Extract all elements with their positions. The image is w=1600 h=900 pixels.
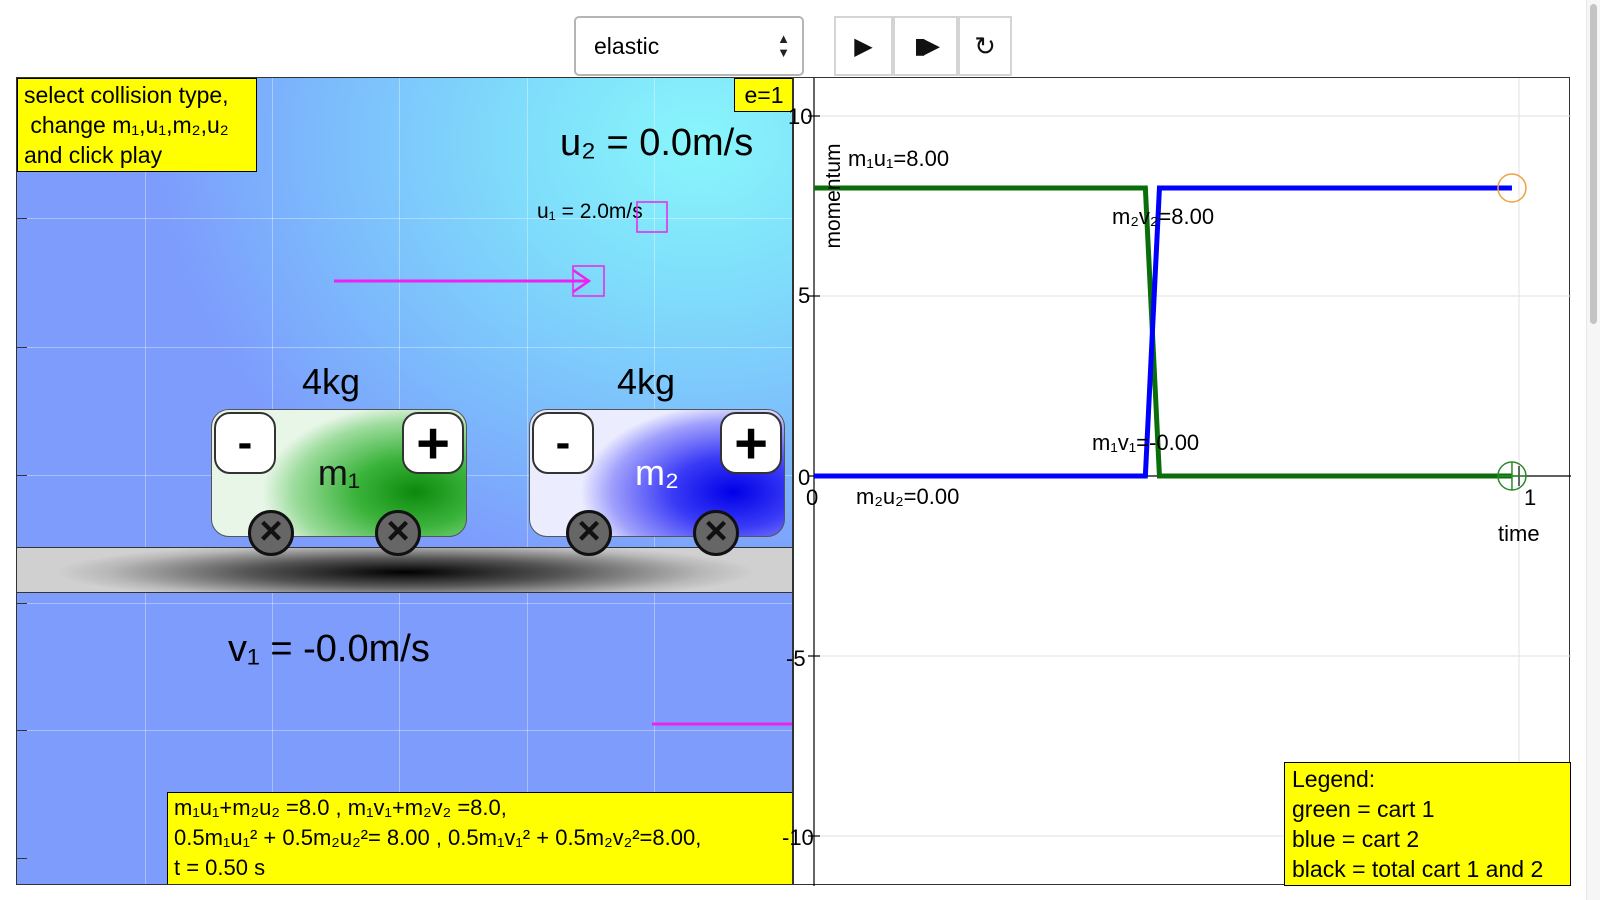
conservation-equations: m₁u₁+m₂u₂ =8.0 , m₁v₁+m₂v₂ =8.0, 0.5m₁u₁… [167, 792, 792, 884]
y-tick-label: -10 [782, 825, 814, 850]
y-tick-label: 10 [788, 104, 813, 129]
y-axis-title: momentum [822, 143, 845, 249]
wheel-icon: × [693, 510, 739, 556]
legend-line: blue = cart 2 [1292, 826, 1420, 852]
y-tick-label: 5 [798, 283, 811, 308]
play-button[interactable]: ▶ [834, 16, 893, 76]
collision-type-value: elastic [594, 32, 660, 59]
step-button[interactable]: ▮▶ [893, 16, 958, 76]
m1u1-label: m₁u₁=8.00 [848, 146, 950, 171]
momentum-graph: momentum 10 5 0 -5 -10 0 1 time m₁u₁=8.0… [782, 77, 1571, 886]
m1v1-label: m₁v₁=-0.00 [1092, 430, 1200, 455]
cart1-mass: 4kg [302, 361, 361, 402]
cart-2[interactable]: - + m₂ [529, 409, 785, 537]
x-tick-label: 0 [806, 485, 819, 510]
reset-button[interactable]: ↻ [958, 16, 1012, 76]
cart2-label: m₂ [635, 452, 679, 493]
simulation-panel: select collision type, change m₁,u₁,m₂,u… [16, 77, 793, 885]
page-scrollbar[interactable] [1586, 0, 1600, 900]
equation-line: m₁u₁+m₂u₂ =8.0 , m₁v₁+m₂v₂ =8.0, [174, 795, 507, 820]
legend-line: black = total cart 1 and 2 [1292, 856, 1544, 882]
cart2-mass: 4kg [617, 361, 676, 402]
legend-line: green = cart 1 [1292, 796, 1435, 822]
m2v2-label: m₂v₂=8.00 [1112, 204, 1215, 229]
cart1-label: m₁ [317, 452, 361, 493]
reset-icon: ↻ [974, 30, 996, 61]
chevron-updown-icon: ▲ ▼ [777, 31, 790, 60]
scrollbar-thumb[interactable] [1590, 4, 1597, 324]
equation-line: 0.5m₁u₁² + 0.5m₂u₂²= 8.00 , 0.5m₁v₁² + 0… [174, 825, 702, 850]
m2u2-label: m₂u₂=0.00 [856, 484, 960, 509]
legend-box: Legend: green = cart 1 blue = cart 2 bla… [1284, 762, 1571, 886]
cart-1[interactable]: - + m₁ [211, 409, 467, 537]
step-icon: ▮▶ [913, 33, 940, 58]
collision-type-select[interactable]: elastic ▲ ▼ [574, 16, 804, 76]
y-tick-label: -5 [786, 646, 806, 671]
wheel-icon: × [566, 510, 612, 556]
legend-line: Legend: [1292, 766, 1376, 792]
equation-line: t = 0.50 s [174, 855, 266, 880]
wheel-icon: × [248, 510, 294, 556]
wheel-icon: × [375, 510, 421, 556]
x-axis-title: time [1498, 521, 1540, 546]
x-tick-label: 1 [1524, 485, 1537, 510]
play-icon: ▶ [854, 32, 873, 60]
u1-drag-handle[interactable] [636, 201, 668, 233]
v1-readout: v₁ = -0.0m/s [228, 628, 430, 670]
